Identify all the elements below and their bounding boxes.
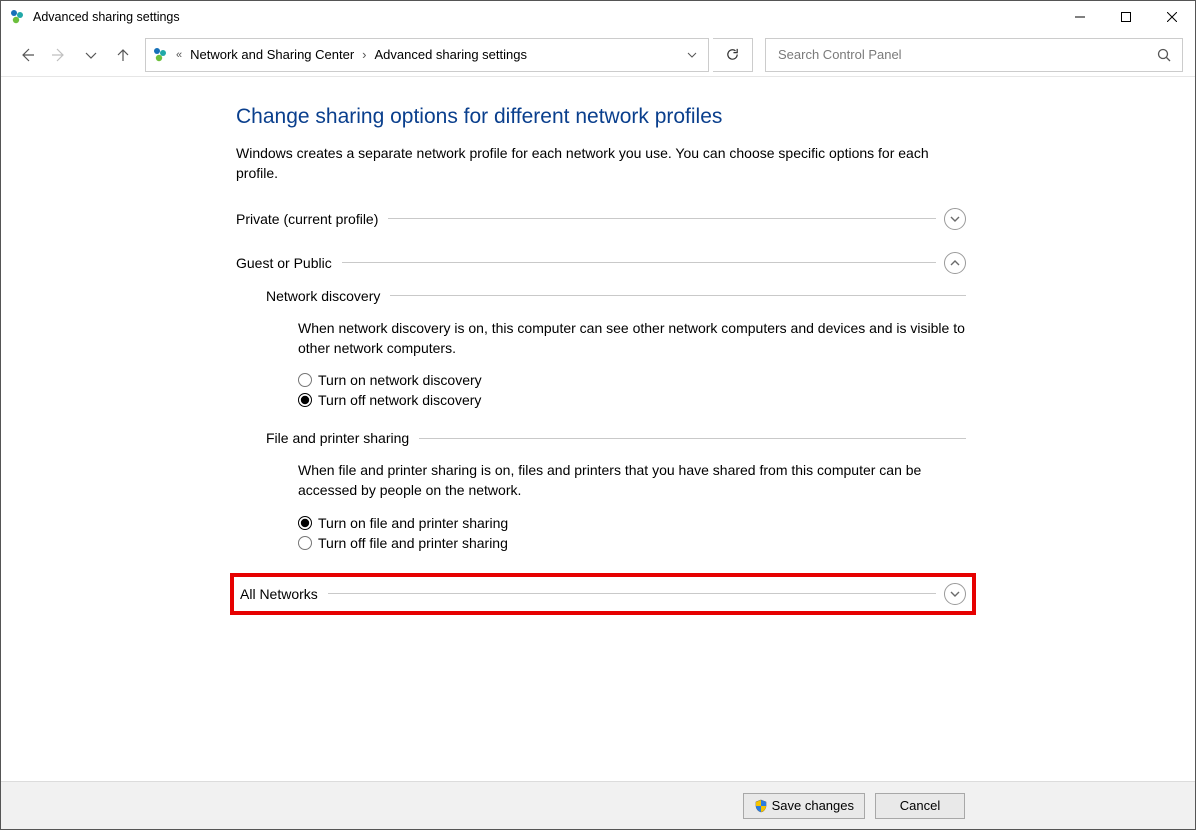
search-input[interactable] <box>776 46 1156 63</box>
radio-nd-off[interactable]: Turn off network discovery <box>298 392 966 408</box>
breadcrumb-history-icon[interactable]: « <box>174 49 184 61</box>
radio-fp-off-input[interactable] <box>298 536 312 550</box>
maximize-button[interactable] <box>1103 1 1149 33</box>
radio-nd-off-label: Turn off network discovery <box>318 392 481 408</box>
window-frame: Advanced sharing settings <box>0 0 1196 830</box>
page-description: Windows creates a separate network profi… <box>236 143 966 184</box>
section-all-networks-label: All Networks <box>240 586 328 602</box>
nav-recent-dropdown[interactable] <box>77 41 105 69</box>
footer: Save changes Cancel <box>1 781 1195 829</box>
network-discovery-group: Network discovery When network discovery… <box>266 288 966 409</box>
radio-nd-on-input[interactable] <box>298 373 312 387</box>
section-all-networks[interactable]: All Networks <box>240 583 966 605</box>
cancel-button[interactable]: Cancel <box>875 793 965 819</box>
shield-icon <box>754 799 768 813</box>
chevron-down-icon[interactable] <box>944 208 966 230</box>
chevron-down-icon[interactable] <box>944 583 966 605</box>
breadcrumb-separator-icon: › <box>360 47 368 62</box>
minimize-button[interactable] <box>1057 1 1103 33</box>
section-public-label: Guest or Public <box>236 255 342 271</box>
radio-nd-off-input[interactable] <box>298 393 312 407</box>
radio-nd-on-label: Turn on network discovery <box>318 372 482 388</box>
search-box[interactable] <box>765 38 1183 72</box>
section-private-label: Private (current profile) <box>236 211 388 227</box>
network-discovery-description: When network discovery is on, this compu… <box>298 318 966 359</box>
radio-fp-on-label: Turn on file and printer sharing <box>318 515 508 531</box>
file-printer-description: When file and printer sharing is on, fil… <box>298 460 966 501</box>
highlight-annotation: All Networks <box>230 573 976 615</box>
close-button[interactable] <box>1149 1 1195 33</box>
address-bar[interactable]: « Network and Sharing Center › Advanced … <box>145 38 709 72</box>
section-private[interactable]: Private (current profile) <box>236 208 966 230</box>
radio-fp-on[interactable]: Turn on file and printer sharing <box>298 515 966 531</box>
page-title: Change sharing options for different net… <box>236 105 966 129</box>
radio-fp-off[interactable]: Turn off file and printer sharing <box>298 535 966 551</box>
section-public[interactable]: Guest or Public <box>236 252 966 274</box>
divider <box>390 295 966 296</box>
cancel-button-label: Cancel <box>900 798 940 813</box>
file-printer-heading: File and printer sharing <box>266 430 419 446</box>
window-title: Advanced sharing settings <box>33 10 180 24</box>
nav-back-button[interactable] <box>13 41 41 69</box>
address-icon <box>152 47 168 63</box>
divider <box>419 438 966 439</box>
content-area: Change sharing options for different net… <box>1 77 1195 781</box>
save-button[interactable]: Save changes <box>743 793 865 819</box>
chevron-up-icon[interactable] <box>944 252 966 274</box>
address-dropdown-icon[interactable] <box>682 50 702 60</box>
radio-nd-on[interactable]: Turn on network discovery <box>298 372 966 388</box>
nav-up-button[interactable] <box>109 41 137 69</box>
divider <box>342 262 936 263</box>
app-icon <box>9 9 25 25</box>
breadcrumb-parent[interactable]: Network and Sharing Center <box>190 47 354 62</box>
radio-fp-off-label: Turn off file and printer sharing <box>318 535 508 551</box>
breadcrumb-current[interactable]: Advanced sharing settings <box>375 47 527 62</box>
refresh-button[interactable] <box>713 38 753 72</box>
divider <box>328 593 936 594</box>
divider <box>388 218 936 219</box>
toolbar: « Network and Sharing Center › Advanced … <box>1 33 1195 77</box>
radio-fp-on-input[interactable] <box>298 516 312 530</box>
titlebar: Advanced sharing settings <box>1 1 1195 33</box>
save-button-label: Save changes <box>772 798 854 813</box>
search-icon <box>1156 47 1172 63</box>
network-discovery-heading: Network discovery <box>266 288 390 304</box>
nav-forward-button[interactable] <box>45 41 73 69</box>
file-printer-group: File and printer sharing When file and p… <box>266 430 966 551</box>
